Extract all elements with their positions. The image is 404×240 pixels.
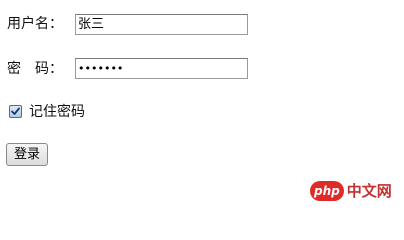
password-label: 密 码： xyxy=(7,61,63,77)
login-button[interactable]: 登录 xyxy=(6,143,48,166)
php-logo: php xyxy=(310,181,344,201)
site-name: 中文网 xyxy=(346,182,392,200)
remember-password-checkbox[interactable] xyxy=(9,105,22,118)
username-input[interactable]: 张三 xyxy=(75,14,248,35)
site-watermark: php 中文网 xyxy=(310,180,392,202)
password-input[interactable]: ••••••• xyxy=(75,58,248,79)
checkmark-icon xyxy=(11,107,20,115)
remember-password-label[interactable]: 记住密码 xyxy=(29,104,85,120)
username-label: 用户名： xyxy=(7,16,63,32)
